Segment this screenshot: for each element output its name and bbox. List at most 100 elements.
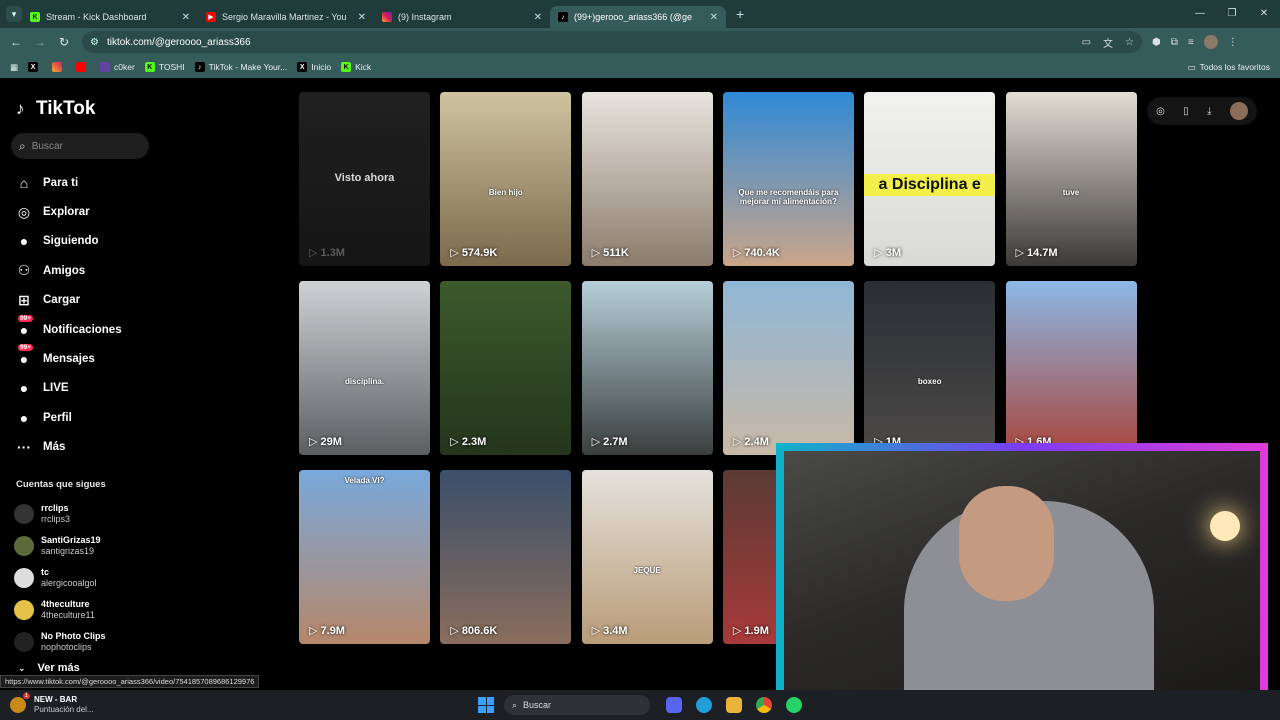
menu-item[interactable]: ● LIVE — [14, 374, 154, 403]
translate-icon[interactable]: 文 — [1103, 35, 1113, 50]
site-info-icon[interactable]: ⚙ — [90, 37, 99, 48]
telegram-icon[interactable] — [696, 697, 712, 713]
extensions-icon[interactable]: ⧉ — [1171, 37, 1178, 48]
view-count: ▷ 574.9K — [450, 247, 498, 259]
bookmark-c0ker[interactable]: c0ker — [100, 62, 135, 72]
menu-item[interactable]: ● 99+ Mensajes — [14, 344, 154, 373]
menu-item[interactable]: ● Perfil — [14, 403, 154, 432]
browser-toolbar: ← → ↻ ⚙ tiktok.com/@geroooo_ariass366 ▭ … — [0, 28, 1280, 56]
taskbar-apps — [666, 697, 802, 713]
bookmark-x[interactable]: X — [28, 62, 42, 72]
menu-item[interactable]: ⌂ Para ti — [14, 168, 154, 197]
cast-icon[interactable]: ▭ — [1082, 37, 1091, 48]
video-card[interactable]: ▷ 806.6K — [440, 470, 572, 644]
streamer-head — [959, 486, 1054, 601]
taskbar-search[interactable]: ⌕ Buscar — [504, 695, 650, 715]
browser-tab-active[interactable]: ♪ (99+)gerooo_ariass366 (@ge ✕ — [550, 6, 726, 28]
browser-tab[interactable]: (9) Instagram ✕ — [374, 6, 550, 28]
bell-icon: ● 99+ — [18, 314, 34, 338]
bookmark-inicio[interactable]: X Inicio — [297, 62, 331, 72]
video-card[interactable]: ▷ 2.4M — [722, 281, 854, 455]
video-card[interactable]: Visto ahora ▷ 1.3M — [299, 92, 430, 266]
menu-item[interactable]: ◎ Explorar — [14, 197, 154, 226]
video-card[interactable]: Que me recomendáis para mejorar mi alime… — [722, 92, 854, 266]
whatsapp-icon[interactable] — [786, 697, 802, 713]
video-card[interactable]: ▷ 2.7M — [581, 281, 713, 455]
upload-icon: ⊞ — [18, 291, 30, 308]
video-card[interactable]: boxeo ▷ 1M — [864, 281, 996, 455]
download-icon[interactable]: ⤓ — [1207, 106, 1211, 117]
following-account[interactable]: No Photo Clips nophotoclips — [14, 626, 154, 658]
ver-mas-button[interactable]: ⌄ Ver más — [18, 662, 80, 674]
video-card[interactable]: ▷ 2.3M — [440, 281, 572, 455]
menu-item[interactable]: ··· Más — [14, 433, 154, 462]
search-input[interactable]: ⌕ Buscar — [11, 133, 149, 159]
video-card[interactable]: Velada VI? ▷ 7.9M — [299, 470, 430, 644]
profile-icon: ● — [19, 409, 29, 426]
lamp-light — [1210, 511, 1240, 541]
all-bookmarks[interactable]: ▭ Todos los favoritos — [1188, 56, 1270, 78]
close-tab-icon[interactable]: ✕ — [534, 12, 542, 23]
browser-tab[interactable]: K Stream - Kick Dashboard ✕ — [22, 6, 198, 28]
menu-item-label: Amigos — [43, 264, 86, 277]
bookmark-toshi[interactable]: K TOSHI — [144, 62, 185, 72]
restore-icon[interactable]: ❐ — [1216, 0, 1248, 28]
video-card[interactable]: a Disciplina e ▷ 3M — [864, 92, 996, 266]
coin-icon[interactable]: ◎ — [1156, 106, 1165, 117]
twitch-icon — [100, 62, 111, 72]
profile-avatar[interactable] — [1203, 35, 1218, 49]
following-account[interactable]: SantiGrizas19 santigrizas19 — [14, 530, 154, 562]
menu-item[interactable]: ● 99+ Notificaciones — [14, 314, 154, 344]
menu-item[interactable]: ⚇ Amigos — [14, 256, 154, 285]
menu-item[interactable]: ⊞ Cargar — [14, 286, 154, 315]
video-card[interactable]: JEQUE ▷ 3.4M — [581, 470, 713, 644]
chrome-icon[interactable] — [756, 697, 772, 713]
taskbar-notification[interactable]: 1 NEW - BAR Puntuación del... — [10, 693, 430, 715]
following-header: Cuentas que sigues — [16, 479, 106, 490]
video-card[interactable]: disciplina. ▷ 29M — [299, 281, 430, 455]
forward-arrow-icon[interactable]: → — [28, 35, 52, 49]
video-caption: Velada VI? — [344, 476, 385, 485]
close-tab-icon[interactable]: ✕ — [710, 12, 718, 23]
windows-start-icon[interactable] — [478, 697, 494, 713]
bookmark-star-icon[interactable]: ☆ — [1125, 37, 1134, 48]
video-caption: disciplina. — [344, 377, 385, 386]
bookmark-instagram[interactable] — [52, 62, 66, 72]
more-icon: ··· — [17, 439, 31, 456]
close-tab-icon[interactable]: ✕ — [182, 12, 190, 23]
extension-shield-icon[interactable]: ⬢ — [1152, 37, 1161, 48]
minimize-icon[interactable]: — — [1184, 0, 1216, 28]
new-tab-button[interactable]: + — [736, 6, 744, 22]
menu-item[interactable]: ● Siguiendo — [14, 227, 154, 256]
play-icon: ▷ — [591, 625, 604, 637]
video-card[interactable]: Bien hijo ▷ 574.9K — [440, 92, 572, 266]
file-explorer-icon[interactable] — [726, 697, 742, 713]
following-account[interactable]: 4theculture 4theculture11 — [14, 594, 154, 626]
kebab-menu-icon[interactable]: ⋮ — [1228, 37, 1238, 48]
bookmark-youtube[interactable] — [76, 62, 90, 72]
close-window-icon[interactable]: ✕ — [1248, 0, 1280, 28]
close-tab-icon[interactable]: ✕ — [358, 12, 366, 23]
following-account[interactable]: rrclips rrclips3 — [14, 498, 154, 530]
back-arrow-icon[interactable]: ← — [4, 35, 28, 49]
apps-grid-icon[interactable]: ▦ — [10, 62, 18, 73]
browser-tab[interactable]: ▶ Sergio Maravilla Martinez - You ✕ — [198, 6, 374, 28]
video-card[interactable]: tuve ▷ 14.7M — [1005, 92, 1137, 266]
menu-item-label: Mensajes — [43, 353, 95, 366]
bookmark-kick[interactable]: K Kick — [341, 62, 371, 72]
bookmark-tiktok[interactable]: ♪ TikTok - Make Your... — [194, 62, 287, 72]
reading-list-icon[interactable]: ≡ — [1188, 37, 1194, 48]
phone-icon[interactable]: ▯ — [1183, 106, 1189, 117]
discord-icon[interactable] — [666, 697, 682, 713]
play-icon: ▷ — [732, 625, 745, 637]
address-bar[interactable]: ⚙ tiktok.com/@geroooo_ariass366 ▭ 文 ☆ — [82, 31, 1142, 53]
following-account[interactable]: tc alergicooalgol — [14, 562, 154, 594]
tab-search-button[interactable]: ▾ — [6, 6, 22, 22]
video-card[interactable]: ▷ 511K — [581, 92, 713, 266]
account-handle: santigrizas19 — [41, 546, 95, 556]
reload-icon[interactable]: ↻ — [52, 35, 76, 49]
user-avatar[interactable] — [1229, 102, 1248, 120]
following-list: rrclips rrclips3 SantiGrizas19 santigrizas1… — [14, 498, 154, 658]
tiktok-logo[interactable]: ♪ TikTok — [16, 98, 95, 120]
video-card[interactable]: ▷ 1.6M — [1005, 281, 1137, 455]
